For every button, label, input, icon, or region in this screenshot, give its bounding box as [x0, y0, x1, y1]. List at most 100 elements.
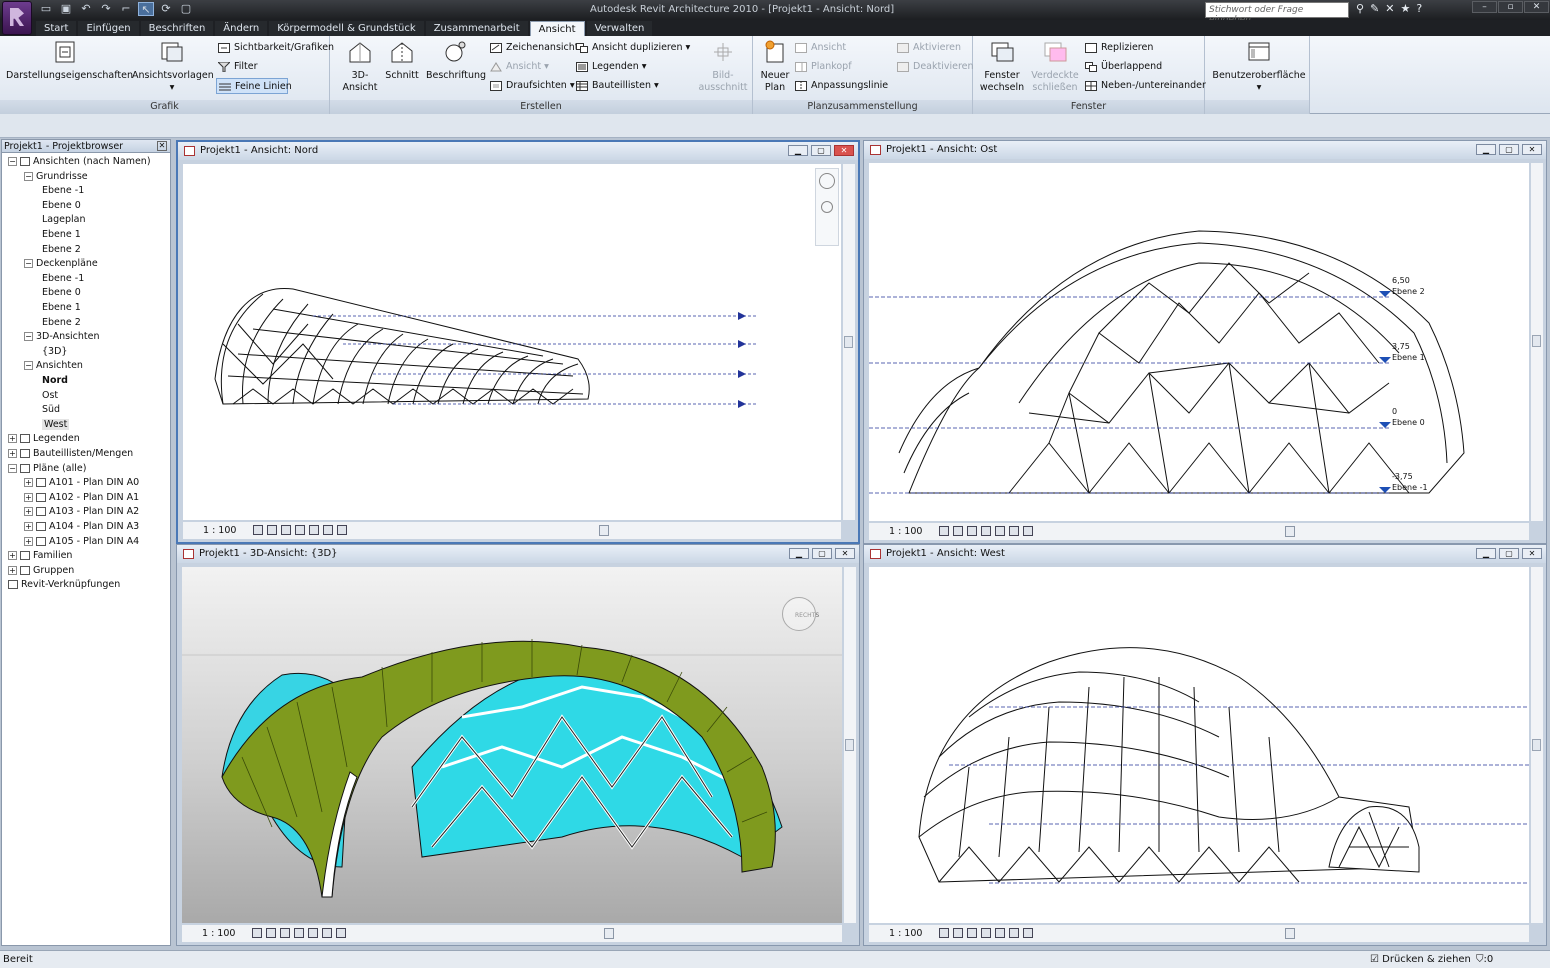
search-input[interactable]: Stichwort oder Frage eingeben — [1205, 2, 1349, 25]
feine-linien-button[interactable]: Feine Linien — [216, 78, 292, 94]
undo-icon[interactable]: ↶ — [78, 2, 94, 16]
collapse-icon[interactable]: − — [24, 259, 33, 269]
minimize-button[interactable]: ▁ — [788, 145, 808, 156]
view-window-ost[interactable]: Projekt1 - Ansicht: Ost ▁ ▢ ✕ 6,50 Ebene… — [863, 140, 1547, 544]
expand-icon[interactable]: + — [24, 478, 33, 488]
close-button[interactable]: ✕ — [834, 145, 854, 156]
view-window-nord[interactable]: Projekt1 - Ansicht: Nord ▁ ▢ ✕ 1: 100 — [176, 140, 860, 544]
viewcube-icon[interactable] — [782, 597, 816, 631]
help-icon[interactable]: ? — [1416, 2, 1422, 15]
browser-item[interactable]: Ost — [42, 389, 58, 403]
bauteillisten-button[interactable]: Bauteillisten ▾ — [574, 78, 659, 94]
close-button[interactable]: ✕ — [835, 548, 855, 559]
shadows-icon[interactable] — [281, 525, 291, 535]
expand-icon[interactable]: + — [8, 434, 17, 444]
horizontal-scroll-thumb[interactable] — [604, 928, 614, 939]
tab-ansicht[interactable]: Ansicht — [529, 21, 585, 36]
close-icon[interactable]: ✕ — [157, 141, 167, 151]
browser-item[interactable]: + Familien — [8, 549, 72, 563]
show-crop-icon[interactable] — [309, 525, 319, 535]
browser-item[interactable]: −3D-Ansichten — [24, 330, 100, 344]
browser-item[interactable]: − Pläne (alle) — [8, 462, 86, 476]
fenster-wechseln-button[interactable]: Fenster wechseln — [977, 38, 1027, 94]
browser-item[interactable]: − Deckenpläne — [24, 257, 98, 271]
tab-aendern[interactable]: Ändern — [215, 21, 268, 36]
close-button[interactable]: ✕ — [1522, 144, 1542, 155]
vertical-scrollbar[interactable] — [1531, 163, 1543, 521]
scroll-thumb[interactable] — [1532, 739, 1541, 751]
horizontal-scroll-thumb[interactable] — [1285, 928, 1295, 939]
horizontal-scroll-thumb[interactable] — [1285, 526, 1295, 537]
filter-status[interactable]: ⛉:0 — [1476, 951, 1493, 968]
show-crop-icon[interactable] — [308, 928, 318, 938]
zeichenansicht-button[interactable]: Zeichenansicht — [488, 40, 579, 56]
expand-icon[interactable]: + — [24, 536, 33, 546]
browser-item[interactable]: − Grundrisse — [24, 170, 88, 184]
collapse-icon[interactable]: − — [24, 361, 33, 371]
tab-einfuegen[interactable]: Einfügen — [78, 21, 139, 36]
minimize-button[interactable]: ▁ — [1476, 144, 1496, 155]
collapse-icon[interactable]: − — [24, 332, 33, 342]
expand-icon[interactable]: + — [8, 449, 17, 458]
sync-icon[interactable]: ⟳ — [158, 2, 174, 16]
browser-item[interactable]: Revit-Verknüpfungen — [8, 578, 120, 592]
browser-item[interactable]: Ebene -1 — [42, 184, 84, 198]
ueberlappend-button[interactable]: Überlappend — [1083, 59, 1162, 75]
detail-level-icon[interactable] — [252, 928, 262, 938]
application-menu-button[interactable] — [2, 1, 32, 35]
window-icon[interactable]: ▢ — [178, 2, 194, 16]
beschriftung-button[interactable]: Beschriftung — [426, 38, 486, 82]
view-scale[interactable]: 1 : 100 — [889, 523, 922, 540]
tab-verwalten[interactable]: Verwalten — [586, 21, 653, 36]
draufsichten-button[interactable]: Draufsichten ▾ — [488, 78, 575, 94]
favorites-icon[interactable]: ★ — [1401, 2, 1411, 15]
detail-level-icon[interactable] — [939, 928, 949, 938]
shadows-icon[interactable] — [280, 928, 290, 938]
reveal-icon[interactable] — [1023, 526, 1033, 536]
temporary-hide-icon[interactable] — [323, 525, 333, 535]
crop-icon[interactable] — [981, 526, 991, 536]
shadows-icon[interactable] — [967, 526, 977, 536]
save-icon[interactable]: ▣ — [58, 2, 74, 16]
benutzeroberflaeche-button[interactable]: Benutzeroberfläche ▾ — [1211, 38, 1307, 94]
nebeneinander-button[interactable]: Neben-/untereinander — [1083, 78, 1206, 94]
browser-item[interactable]: − Ansichten — [24, 359, 83, 373]
vertical-scrollbar[interactable] — [1531, 567, 1543, 923]
crop-icon[interactable] — [295, 525, 305, 535]
browser-item[interactable]: Ebene -1 — [42, 272, 84, 286]
crop-icon[interactable] — [294, 928, 304, 938]
crop-icon[interactable] — [981, 928, 991, 938]
browser-item[interactable]: Ebene 2 — [42, 316, 81, 330]
filter-button[interactable]: Filter — [216, 59, 258, 75]
browser-item[interactable]: Ebene 1 — [42, 228, 81, 242]
browser-item[interactable]: + Gruppen — [8, 564, 74, 578]
browser-item[interactable]: Nord — [42, 374, 68, 388]
view-window-3d[interactable]: Projekt1 - 3D-Ansicht: {3D} ▁▢✕ RECHTS — [176, 544, 860, 946]
browser-item[interactable]: West — [42, 418, 70, 432]
communication-icon[interactable]: ✕ — [1385, 2, 1394, 15]
aktivieren-button[interactable]: Aktivieren — [895, 40, 961, 56]
ansicht-duplizieren-button[interactable]: Ansicht duplizieren ▾ — [574, 40, 690, 56]
maximize-button[interactable]: ▢ — [1499, 548, 1519, 559]
browser-item[interactable]: − Ansichten (nach Namen) — [8, 155, 151, 169]
drawing-canvas[interactable] — [869, 567, 1529, 923]
plankopf-button[interactable]: Plankopf — [793, 59, 852, 75]
browser-item[interactable]: Ebene 0 — [42, 286, 81, 300]
tab-zusammenarbeit[interactable]: Zusammenarbeit — [425, 21, 528, 36]
press-drag-toggle[interactable]: ☑ Drücken & ziehen — [1370, 951, 1471, 968]
browser-item[interactable]: + A104 - Plan DIN A3 — [24, 520, 139, 534]
temporary-hide-icon[interactable] — [1009, 526, 1019, 536]
browser-item[interactable]: Ebene 0 — [42, 199, 81, 213]
visual-style-icon[interactable] — [266, 928, 276, 938]
browser-item[interactable]: + Bauteillisten/Mengen — [8, 447, 133, 461]
minimize-button[interactable]: ▁ — [789, 548, 809, 559]
verdeckte-schliessen-button[interactable]: Verdeckte schließen — [1029, 38, 1081, 94]
expand-icon[interactable]: + — [24, 507, 33, 517]
legenden-button[interactable]: Legenden ▾ — [574, 59, 647, 75]
scroll-thumb[interactable] — [844, 336, 853, 348]
zoom-icon[interactable] — [821, 201, 833, 213]
browser-item[interactable]: Süd — [42, 403, 60, 417]
detail-level-icon[interactable] — [939, 526, 949, 536]
visual-style-icon[interactable] — [953, 928, 963, 938]
view-scale[interactable]: 1 : 100 — [889, 925, 922, 942]
